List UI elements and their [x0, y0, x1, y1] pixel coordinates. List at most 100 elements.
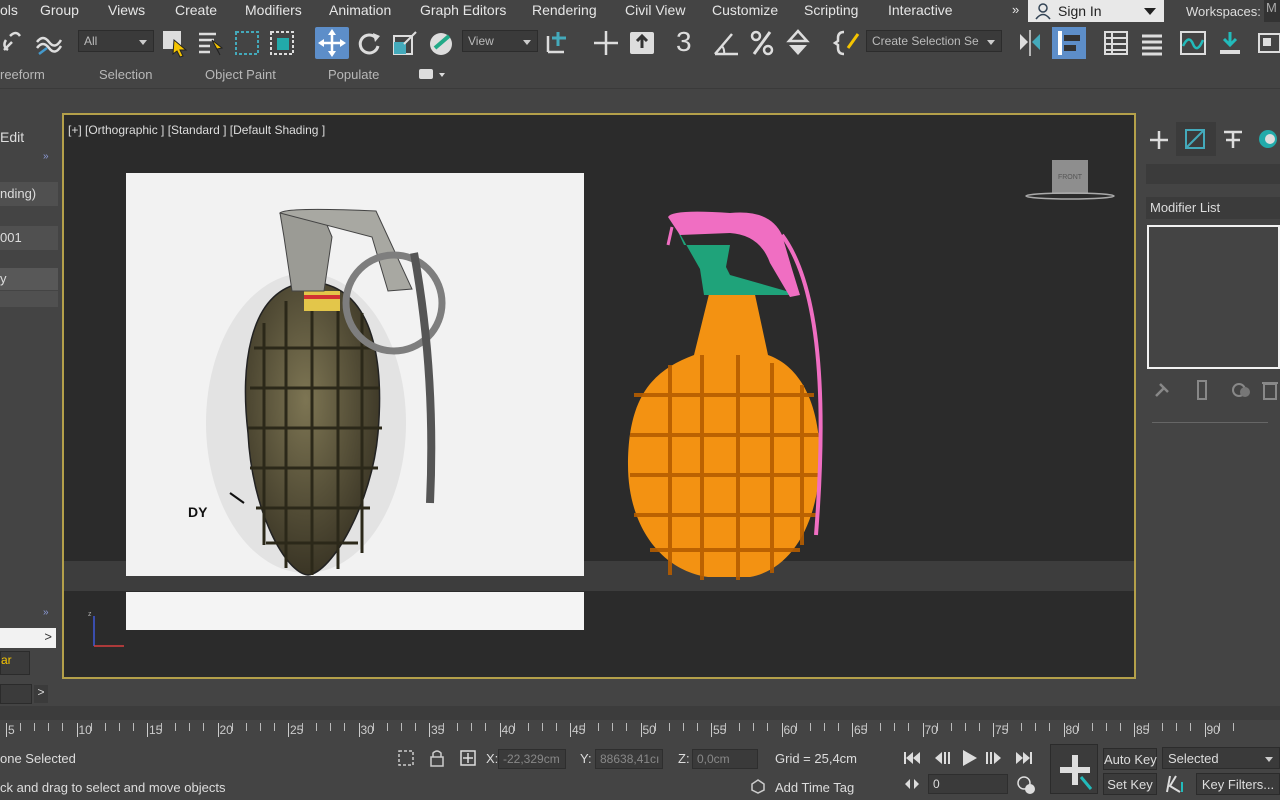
- panel-item-edit[interactable]: Edit: [0, 129, 24, 145]
- keyboard-shortcut-icon[interactable]: [628, 28, 658, 58]
- bind-spacewarp-icon[interactable]: [33, 28, 63, 58]
- window-crossing-icon[interactable]: [268, 28, 298, 58]
- motion-tab-icon[interactable]: [1256, 126, 1280, 152]
- rect-region-icon[interactable]: [233, 28, 263, 58]
- snaps-toggle-icon[interactable]: 3: [676, 26, 692, 58]
- menu-tools[interactable]: ols: [0, 2, 18, 18]
- menu-modifiers[interactable]: Modifiers: [245, 2, 302, 18]
- panel-item-object-001[interactable]: 001: [0, 230, 22, 245]
- ribbon-options-icon[interactable]: [418, 68, 448, 82]
- rotate-icon[interactable]: [354, 28, 384, 58]
- place-icon[interactable]: [427, 28, 457, 58]
- menu-scripting[interactable]: Scripting: [804, 2, 858, 18]
- go-to-end-icon[interactable]: [1014, 750, 1034, 766]
- set-keys-button[interactable]: [1050, 744, 1098, 794]
- select-manipulate-icon[interactable]: [592, 28, 622, 58]
- show-end-result-icon[interactable]: [1190, 378, 1214, 402]
- expand-icon[interactable]: »: [43, 151, 49, 162]
- time-tag-icon[interactable]: [750, 778, 766, 794]
- auto-key-button[interactable]: Auto Key: [1103, 748, 1157, 770]
- viewport-label[interactable]: [+] [Orthographic ] [Standard ] [Default…: [68, 123, 325, 137]
- reference-image-plane[interactable]: DY: [126, 173, 584, 576]
- next-frame-icon[interactable]: [984, 750, 1004, 766]
- ribbon-tab-freeform[interactable]: reeform: [0, 67, 45, 82]
- go-to-start-icon[interactable]: [902, 750, 922, 766]
- make-unique-icon[interactable]: [1230, 378, 1254, 402]
- workspace-select[interactable]: M: [1264, 0, 1280, 22]
- angle-snap-icon[interactable]: [712, 28, 742, 58]
- pin-stack-icon[interactable]: [1150, 378, 1174, 402]
- menu-graph-editors[interactable]: Graph Editors: [420, 2, 506, 18]
- time-slider-thumb[interactable]: [0, 684, 32, 704]
- layer-field[interactable]: ar: [0, 651, 30, 675]
- z-label: Z:: [678, 751, 690, 766]
- material-editor-icon[interactable]: [1256, 28, 1280, 58]
- pivot-icon[interactable]: [544, 28, 574, 58]
- curve-editor-icon[interactable]: [1178, 28, 1208, 58]
- time-configuration-icon[interactable]: [1016, 775, 1036, 795]
- ribbon-tab-object-paint[interactable]: Object Paint: [205, 67, 276, 82]
- menu-create[interactable]: Create: [175, 2, 217, 18]
- menu-views[interactable]: Views: [108, 2, 145, 18]
- viewcube[interactable]: FRONT: [1052, 160, 1088, 194]
- object-name-field[interactable]: [1146, 164, 1280, 184]
- reference-coord-select[interactable]: View: [462, 30, 538, 52]
- named-selection-set-select[interactable]: Create Selection Se: [866, 30, 1002, 52]
- ribbon-tab-populate[interactable]: Populate: [328, 67, 379, 82]
- move-tool-active[interactable]: [315, 27, 349, 59]
- selection-filter-select[interactable]: All: [78, 30, 154, 52]
- ruler-major-tick: [852, 723, 853, 737]
- key-mode-select[interactable]: Selected: [1162, 747, 1280, 769]
- ribbon-tab-selection[interactable]: Selection: [99, 67, 152, 82]
- panel-item-binding[interactable]: nding): [0, 186, 36, 201]
- key-filters-icon[interactable]: [1164, 774, 1188, 794]
- viewcube-ring-icon[interactable]: [1022, 190, 1118, 202]
- z-coordinate-field[interactable]: 0,0cm: [692, 749, 758, 769]
- select-by-name-icon[interactable]: [196, 28, 226, 58]
- modeled-grenade-object[interactable]: [620, 205, 840, 585]
- sign-in-dropdown[interactable]: Sign In: [1028, 0, 1164, 22]
- lock-icon[interactable]: [428, 748, 446, 768]
- time-next-arrow[interactable]: >: [34, 685, 48, 703]
- time-slider[interactable]: >: [0, 684, 1280, 706]
- menu-civil-view[interactable]: Civil View: [625, 2, 685, 18]
- menu-overflow-icon[interactable]: »: [1012, 2, 1019, 17]
- select-object-icon[interactable]: [160, 28, 190, 58]
- align-tool-active[interactable]: [1052, 27, 1086, 59]
- create-tab-icon[interactable]: [1146, 127, 1172, 153]
- expand-icon[interactable]: »: [43, 607, 49, 618]
- edit-named-sel-icon[interactable]: [832, 28, 862, 58]
- menu-group[interactable]: Group: [40, 2, 79, 18]
- time-config-arrows-icon[interactable]: [904, 776, 920, 792]
- scale-icon[interactable]: [390, 28, 420, 58]
- absolute-mode-icon[interactable]: [458, 748, 478, 768]
- menu-customize[interactable]: Customize: [712, 2, 778, 18]
- modify-tab-icon[interactable]: [1182, 126, 1210, 152]
- panel-search-field[interactable]: >: [0, 628, 56, 648]
- x-coordinate-field[interactable]: -22,329cm: [498, 749, 566, 769]
- key-filters-button[interactable]: Key Filters...: [1196, 773, 1280, 795]
- ruler-major-tick: [217, 723, 219, 737]
- menu-rendering[interactable]: Rendering: [532, 2, 597, 18]
- menu-interactive[interactable]: Interactive: [888, 2, 953, 18]
- modifier-stack[interactable]: [1147, 225, 1280, 369]
- mirror-icon[interactable]: [1016, 28, 1046, 58]
- remove-modifier-icon[interactable]: [1260, 378, 1280, 402]
- add-time-tag-button[interactable]: Add Time Tag: [775, 780, 854, 795]
- previous-frame-icon[interactable]: [932, 750, 952, 766]
- set-key-button[interactable]: Set Key: [1103, 773, 1157, 795]
- modifier-list-select[interactable]: Modifier List: [1146, 197, 1280, 219]
- isolate-selection-icon[interactable]: [396, 748, 416, 768]
- percent-snap-icon[interactable]: [748, 28, 778, 58]
- unlink-icon[interactable]: [0, 28, 28, 58]
- panel-item-y[interactable]: y: [0, 271, 7, 286]
- layer-explorer-icon[interactable]: [1138, 28, 1168, 58]
- scene-explorer-icon[interactable]: [1102, 28, 1132, 58]
- y-coordinate-field[interactable]: 88638,41cı: [595, 749, 663, 769]
- hierarchy-tab-icon[interactable]: [1220, 126, 1246, 152]
- play-icon[interactable]: [958, 748, 980, 768]
- menu-animation[interactable]: Animation: [329, 2, 391, 18]
- schematic-view-icon[interactable]: [1216, 28, 1246, 58]
- spinner-snap-icon[interactable]: [784, 28, 814, 58]
- current-frame-field[interactable]: 0: [928, 774, 1008, 794]
